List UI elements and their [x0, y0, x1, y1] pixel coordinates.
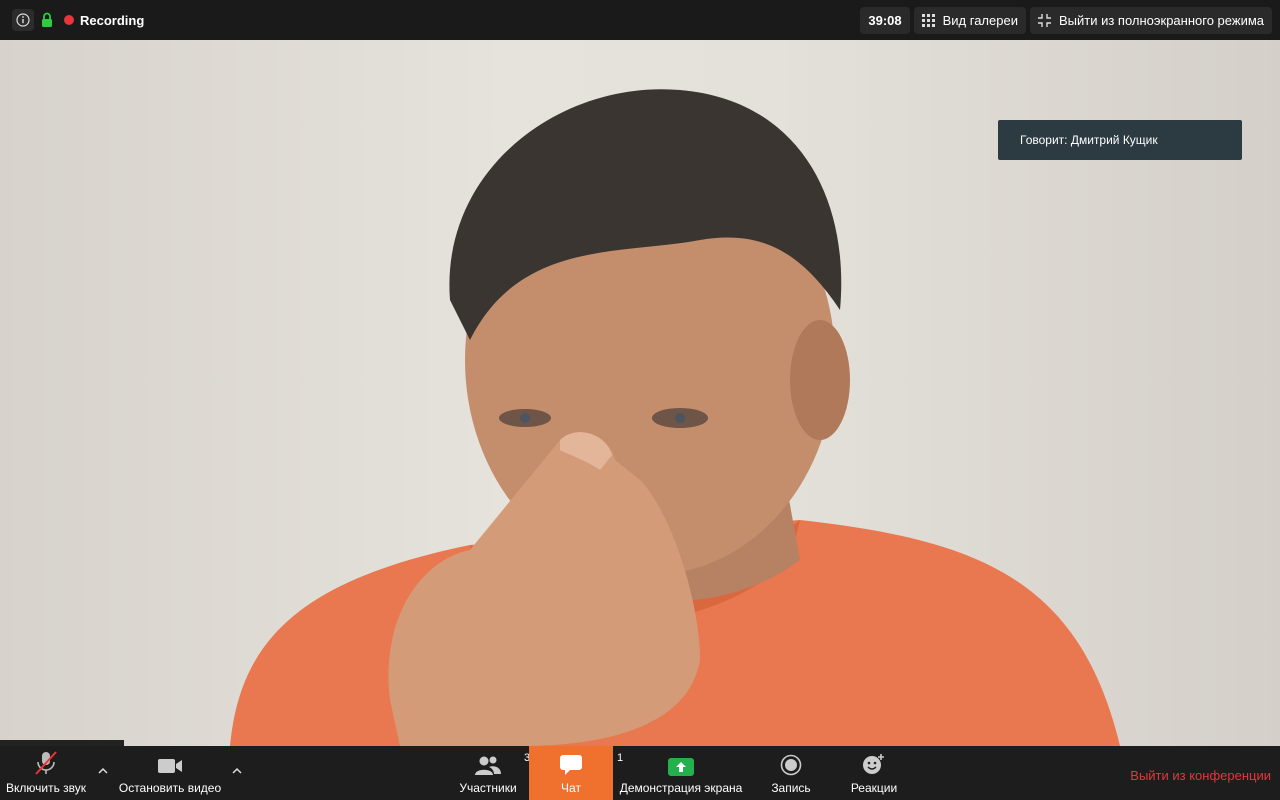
info-icon [16, 13, 30, 27]
stop-video-label: Остановить видео [118, 781, 222, 795]
timer-text: 39:08 [868, 13, 902, 28]
leave-meeting-button[interactable]: Выйти из конференции [1130, 768, 1271, 783]
meeting-toolbar: Включить звук Остановить видео 31 Участн… [0, 746, 1280, 800]
participants-button[interactable]: 31 Участники [456, 746, 536, 800]
muted-microphone-icon [33, 746, 59, 776]
share-screen-label: Демонстрация экрана [619, 781, 743, 795]
chat-bubble-icon: 1 [559, 746, 623, 776]
video-camera-icon [157, 746, 183, 776]
reactions-smiley-icon [861, 746, 887, 776]
top-left-group: Recording [12, 9, 144, 31]
reactions-button[interactable]: Реакции [846, 746, 902, 800]
active-speaker-label: Говорит: Дмитрий Кущик [1020, 133, 1158, 147]
record-icon [780, 746, 802, 776]
recording-dot-icon [64, 15, 74, 25]
reactions-label: Реакции [850, 781, 898, 795]
exit-fullscreen-label: Выйти из полноэкранного режима [1058, 13, 1264, 28]
top-right-group: 39:08 Вид галереи Выйти из полноэкранног… [860, 7, 1272, 34]
participants-label: Участники [459, 781, 517, 795]
unmute-label: Включить звук [5, 781, 87, 795]
active-speaker-banner: Говорит: Дмитрий Кущик [998, 120, 1242, 160]
video-feed: Говорит: Дмитрий Кущик [0, 40, 1280, 746]
video-options-chevron-up-icon[interactable] [230, 764, 244, 778]
grid-icon [921, 14, 935, 27]
gallery-view-label: Вид галереи [942, 13, 1018, 28]
unmute-button[interactable]: Включить звук [4, 746, 88, 800]
share-screen-button[interactable]: Демонстрация экрана [616, 746, 746, 800]
chat-label: Чат [561, 781, 581, 795]
meeting-timer: 39:08 [860, 7, 910, 34]
record-button[interactable]: Запись [764, 746, 818, 800]
audio-options-chevron-up-icon[interactable] [96, 764, 110, 778]
share-screen-icon [668, 746, 694, 776]
chat-button[interactable]: 1 Чат [529, 746, 623, 800]
recording-label: Recording [80, 12, 145, 28]
top-bar: Recording 39:08 Вид галереи Выйти из пол… [0, 0, 1280, 40]
gallery-view-button[interactable]: Вид галереи [913, 7, 1026, 34]
stop-video-button[interactable]: Остановить видео [116, 746, 224, 800]
info-button[interactable] [12, 9, 34, 31]
participants-icon: 31 [474, 746, 536, 776]
exit-fullscreen-icon [1037, 14, 1051, 27]
exit-fullscreen-button[interactable]: Выйти из полноэкранного режима [1029, 7, 1272, 34]
encryption-lock-icon[interactable] [40, 11, 54, 29]
record-label: Запись [771, 781, 811, 795]
